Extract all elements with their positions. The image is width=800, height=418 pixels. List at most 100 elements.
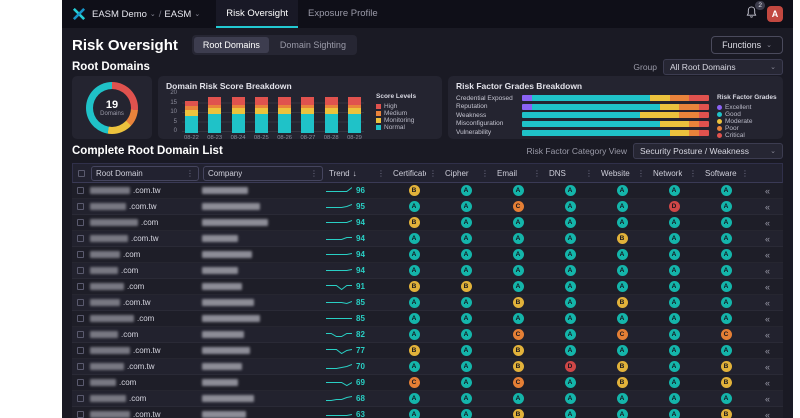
grade-badge-b[interactable]: B: [721, 377, 732, 388]
workspace-name[interactable]: EASM Demo: [92, 9, 147, 20]
grade-badge-a[interactable]: A: [461, 409, 472, 418]
grade-badge-a[interactable]: A: [409, 361, 420, 372]
grade-badge-d[interactable]: D: [669, 201, 680, 212]
grade-badge-c[interactable]: C: [513, 377, 524, 388]
grade-badge-a[interactable]: A: [461, 185, 472, 196]
table-row[interactable]: .com.tw77BABAAAA«: [72, 343, 783, 359]
grade-badge-a[interactable]: A: [461, 345, 472, 356]
grade-badge-a[interactable]: A: [669, 313, 680, 324]
grade-badge-a[interactable]: A: [565, 329, 576, 340]
grade-badge-a[interactable]: A: [721, 313, 732, 324]
chevron-down-icon[interactable]: ⌄: [150, 11, 156, 18]
chevron-down-icon[interactable]: ⌄: [194, 11, 200, 18]
grade-badge-a[interactable]: A: [513, 393, 524, 404]
grade-badge-a[interactable]: A: [721, 201, 732, 212]
grade-badge-b[interactable]: B: [409, 345, 420, 356]
grade-badge-b[interactable]: B: [513, 409, 524, 418]
nav-tab-risk-oversight[interactable]: Risk Oversight: [216, 0, 298, 28]
sort-desc-icon[interactable]: ↓: [353, 169, 357, 178]
grade-badge-a[interactable]: A: [513, 217, 524, 228]
table-row[interactable]: .com94AAAAAAA«: [72, 263, 783, 279]
toggle-domain-sighting[interactable]: Domain Sighting: [271, 37, 355, 53]
table-row[interactable]: .com.tw96BAAAAAA«: [72, 183, 783, 199]
row-checkbox[interactable]: [77, 331, 84, 338]
table-row[interactable]: .com68AAAAAAA«: [72, 391, 783, 407]
column-menu-icon[interactable]: ⋮: [429, 169, 437, 178]
grade-badge-a[interactable]: A: [461, 313, 472, 324]
col-header-root-domain[interactable]: Root Domain⋮: [89, 164, 201, 182]
grade-badge-a[interactable]: A: [513, 313, 524, 324]
grade-badge-a[interactable]: A: [461, 265, 472, 276]
grade-badge-b[interactable]: B: [617, 361, 628, 372]
grade-badge-a[interactable]: A: [565, 201, 576, 212]
col-header-trend[interactable]: Trend↓⋮: [325, 164, 389, 182]
table-row[interactable]: .com69CACABAB«: [72, 375, 783, 391]
col-header-software[interactable]: Software⋮: [701, 164, 753, 182]
grade-badge-b[interactable]: B: [409, 185, 420, 196]
row-checkbox[interactable]: [77, 315, 84, 322]
grade-badge-a[interactable]: A: [409, 201, 420, 212]
row-checkbox[interactable]: [77, 219, 84, 226]
grade-badge-a[interactable]: A: [513, 233, 524, 244]
grade-badge-a[interactable]: A: [565, 249, 576, 260]
grade-badge-a[interactable]: A: [409, 233, 420, 244]
table-row[interactable]: .com.tw63AABAAAB«: [72, 407, 783, 418]
grade-badge-a[interactable]: A: [721, 393, 732, 404]
grade-badge-a[interactable]: A: [617, 201, 628, 212]
row-checkbox[interactable]: [77, 283, 84, 290]
grade-badge-a[interactable]: A: [409, 409, 420, 418]
grade-badge-a[interactable]: A: [461, 217, 472, 228]
grade-badge-a[interactable]: A: [617, 281, 628, 292]
grade-badge-a[interactable]: A: [617, 265, 628, 276]
grade-badge-a[interactable]: A: [669, 217, 680, 228]
table-row[interactable]: .com.tw95AACAADA«: [72, 199, 783, 215]
grade-badge-a[interactable]: A: [565, 281, 576, 292]
row-checkbox[interactable]: [77, 411, 84, 418]
grade-badge-a[interactable]: A: [617, 185, 628, 196]
column-menu-icon[interactable]: ⋮: [689, 169, 697, 178]
grade-badge-a[interactable]: A: [461, 249, 472, 260]
grade-badge-a[interactable]: A: [669, 265, 680, 276]
expand-row-icon[interactable]: «: [752, 215, 783, 230]
category-view-select[interactable]: Security Posture / Weakness ⌄: [633, 143, 783, 159]
grade-badge-a[interactable]: A: [565, 409, 576, 418]
grade-badge-a[interactable]: A: [669, 345, 680, 356]
column-menu-icon[interactable]: ⋮: [637, 169, 645, 178]
grade-badge-a[interactable]: A: [617, 249, 628, 260]
grade-badge-a[interactable]: A: [565, 345, 576, 356]
grade-badge-a[interactable]: A: [409, 265, 420, 276]
col-header-dns[interactable]: DNS⋮: [545, 164, 597, 182]
grade-badge-a[interactable]: A: [617, 217, 628, 228]
grade-badge-a[interactable]: A: [461, 377, 472, 388]
column-menu-icon[interactable]: ⋮: [533, 169, 541, 178]
grade-badge-a[interactable]: A: [721, 345, 732, 356]
group-select[interactable]: All Root Domains ⌄: [663, 59, 783, 75]
grade-badge-a[interactable]: A: [461, 297, 472, 308]
notifications-button[interactable]: 2: [746, 5, 757, 23]
grade-badge-a[interactable]: A: [669, 297, 680, 308]
grade-badge-a[interactable]: A: [409, 297, 420, 308]
grade-badge-b[interactable]: B: [409, 281, 420, 292]
table-row[interactable]: .com.tw94AAAABAA«: [72, 231, 783, 247]
expand-row-icon[interactable]: «: [752, 247, 783, 262]
grade-badge-b[interactable]: B: [617, 233, 628, 244]
grade-badge-a[interactable]: A: [721, 281, 732, 292]
row-checkbox[interactable]: [77, 235, 84, 242]
grade-badge-a[interactable]: A: [565, 217, 576, 228]
grade-badge-a[interactable]: A: [721, 249, 732, 260]
grade-badge-d[interactable]: D: [565, 361, 576, 372]
toggle-root-domains[interactable]: Root Domains: [194, 37, 269, 53]
grade-badge-a[interactable]: A: [721, 185, 732, 196]
grade-badge-a[interactable]: A: [721, 233, 732, 244]
grade-badge-a[interactable]: A: [409, 249, 420, 260]
expand-row-icon[interactable]: «: [752, 375, 783, 390]
grade-badge-a[interactable]: A: [617, 313, 628, 324]
expand-row-icon[interactable]: «: [752, 311, 783, 326]
user-avatar[interactable]: A: [767, 6, 783, 22]
grade-badge-c[interactable]: C: [513, 329, 524, 340]
column-menu-icon[interactable]: ⋮: [310, 169, 318, 178]
column-menu-icon[interactable]: ⋮: [481, 169, 489, 178]
expand-row-icon[interactable]: «: [752, 279, 783, 294]
expand-row-icon[interactable]: «: [752, 343, 783, 358]
col-header-company[interactable]: Company⋮: [201, 164, 325, 182]
